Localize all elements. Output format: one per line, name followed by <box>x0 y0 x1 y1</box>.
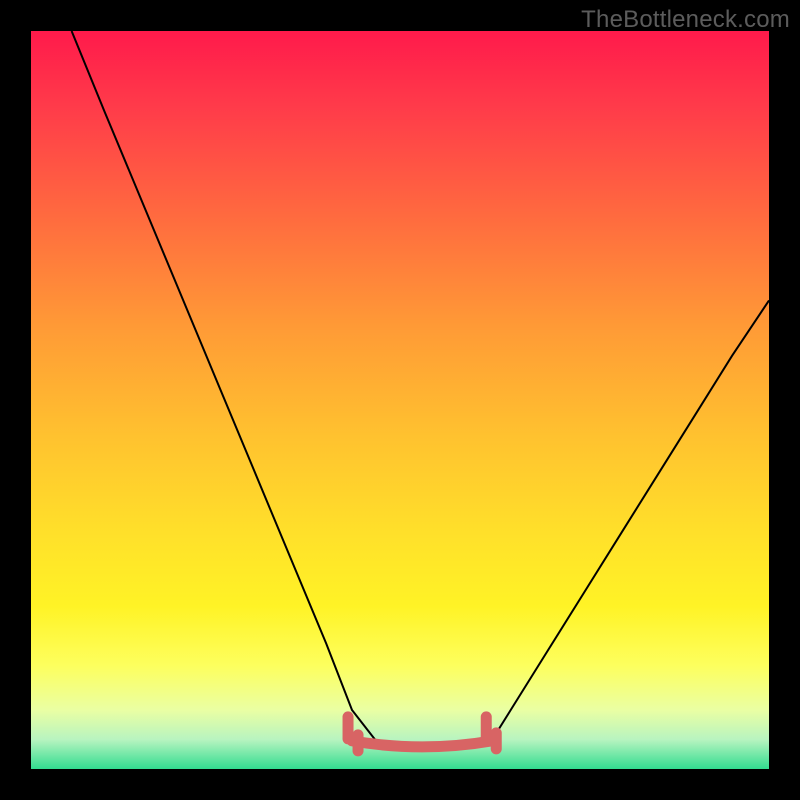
attribution-watermark: TheBottleneck.com <box>581 6 790 34</box>
chart-overlay <box>31 31 769 769</box>
chart-frame: TheBottleneck.com <box>0 0 800 800</box>
bottleneck-curve <box>72 31 769 750</box>
